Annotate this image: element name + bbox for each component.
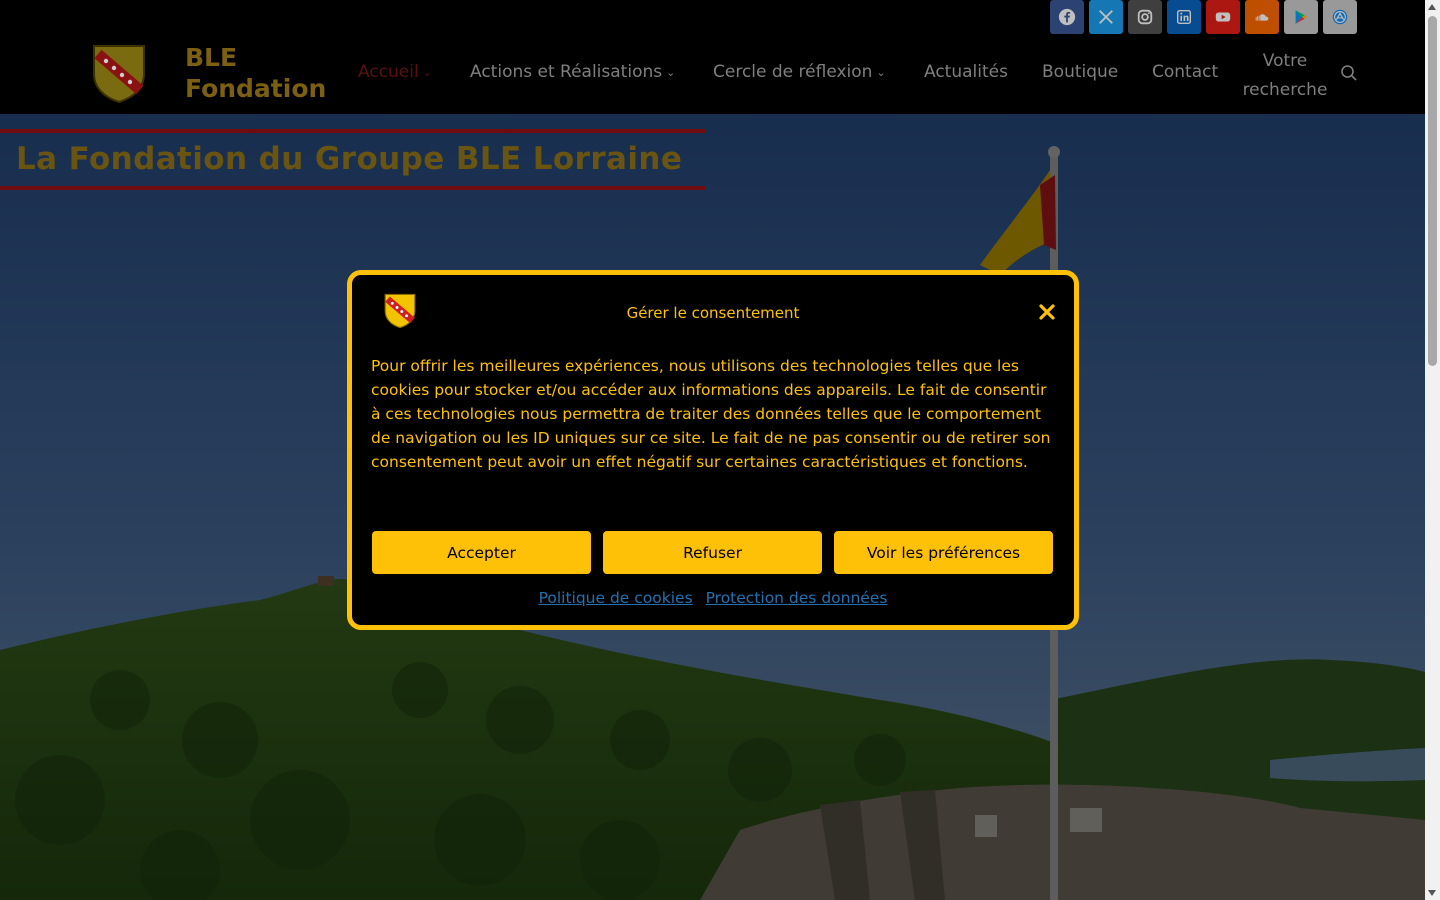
facebook-icon[interactable]	[1050, 0, 1084, 34]
nav-label-cercle: Cercle de réflexion	[713, 62, 873, 82]
consent-title: Gérer le consentement	[626, 304, 800, 322]
consent-buttons: Accepter Refuser Voir les préférences	[372, 531, 1053, 574]
chevron-down-icon: ⌄	[876, 66, 886, 79]
nav-item-actualites[interactable]: Actualités	[924, 62, 1008, 82]
youtube-icon[interactable]	[1206, 0, 1240, 34]
brand-line-2: Fondation	[185, 74, 327, 103]
data-protection-link[interactable]: Protection des données	[706, 589, 888, 607]
nav-item-accueil[interactable]: Accueil ⌄	[358, 62, 432, 82]
logo-shield-icon[interactable]	[92, 44, 146, 104]
nav-item-actions[interactable]: Actions et Réalisations ⌄	[470, 62, 675, 82]
soundcloud-icon[interactable]	[1245, 0, 1279, 34]
page-scrollbar[interactable]	[1425, 0, 1440, 900]
nav-item-cercle[interactable]: Cercle de réflexion ⌄	[713, 62, 886, 82]
app-store-icon[interactable]	[1323, 0, 1357, 34]
accept-button[interactable]: Accepter	[372, 531, 591, 574]
cookie-policy-link[interactable]: Politique de cookies	[539, 589, 693, 607]
search-label-line-2: recherche	[1242, 80, 1328, 100]
nav-label-accueil: Accueil	[358, 62, 419, 82]
consent-links: Politique de cookies Protection des donn…	[352, 589, 1074, 607]
x-twitter-icon[interactable]	[1089, 0, 1123, 34]
nav-item-boutique[interactable]: Boutique	[1042, 62, 1118, 82]
linkedin-icon[interactable]	[1167, 0, 1201, 34]
brand-line-1: BLE	[185, 43, 238, 72]
chevron-down-icon: ⌄	[666, 66, 676, 79]
preferences-button[interactable]: Voir les préférences	[834, 531, 1053, 574]
instagram-icon[interactable]	[1128, 0, 1162, 34]
scrollbar-thumb[interactable]	[1428, 16, 1437, 366]
refuse-button[interactable]: Refuser	[603, 531, 822, 574]
nav-item-contact[interactable]: Contact	[1152, 62, 1218, 82]
site-brand[interactable]: BLE Fondation	[185, 42, 326, 104]
social-links	[1050, 0, 1357, 34]
consent-modal: Gérer le consentement Pour offrir les me…	[347, 270, 1079, 630]
google-play-icon[interactable]	[1284, 0, 1318, 34]
search-label-line-1: Votre	[1262, 51, 1308, 71]
scroll-up-arrow-icon[interactable]	[1428, 4, 1436, 10]
page-title: La Fondation du Groupe BLE Lorraine	[16, 141, 683, 177]
nav-search[interactable]: Votre recherche	[1240, 47, 1330, 105]
scroll-down-arrow-icon[interactable]	[1428, 890, 1436, 896]
close-icon[interactable]	[1035, 300, 1059, 324]
nav-label-actions: Actions et Réalisations	[470, 62, 663, 82]
site-header: BLE Fondation Accueil ⌄ Actions et Réalis…	[0, 0, 1425, 114]
chevron-down-icon: ⌄	[422, 66, 432, 79]
consent-message: Pour offrir les meilleures expériences, …	[371, 357, 1051, 471]
search-icon[interactable]	[1340, 64, 1358, 82]
page-title-bar: La Fondation du Groupe BLE Lorraine	[0, 129, 705, 190]
